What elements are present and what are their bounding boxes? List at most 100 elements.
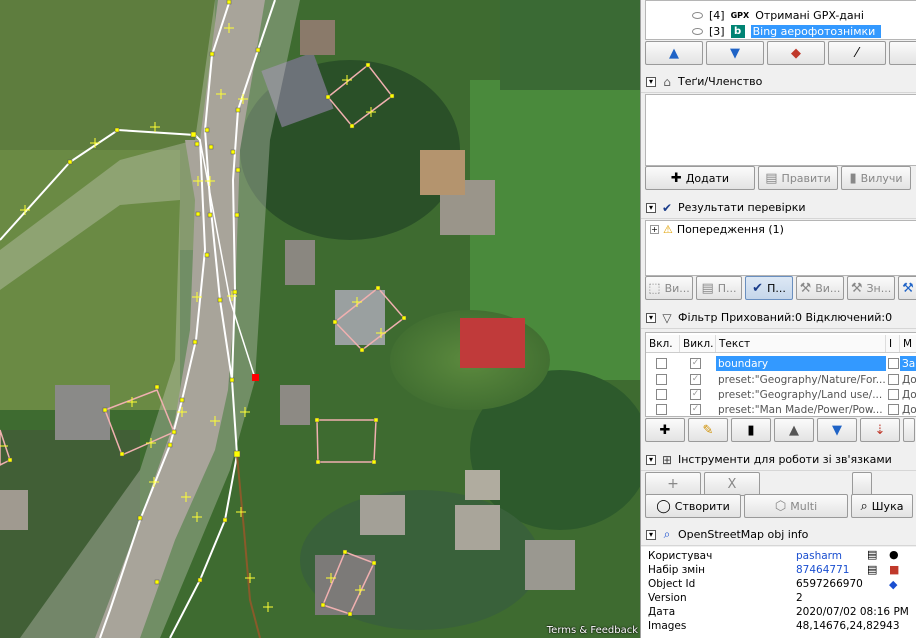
add-filter-button[interactable]: ✚ — [645, 418, 685, 442]
enabled-checkbox[interactable] — [656, 358, 667, 369]
collapse-icon[interactable]: ▾ — [646, 529, 656, 540]
collapse-icon[interactable]: ▾ — [646, 202, 656, 213]
layer-tool-button[interactable]: ⁄ — [828, 41, 886, 65]
validation-fix-button[interactable]: ⚒ Ви... — [796, 276, 844, 300]
table-row[interactable]: ✓ boundary За... — [646, 356, 916, 371]
col-text[interactable]: Текст — [716, 335, 886, 352]
objinfo-title: OpenStreetMap obj info — [678, 528, 809, 541]
multipolygon-button[interactable]: ⬡ Multi — [744, 494, 848, 518]
relations-extra-button[interactable] — [852, 472, 872, 496]
user-card-icon[interactable]: ▤ — [867, 548, 877, 561]
filter-down-button[interactable]: ▼ — [817, 418, 857, 442]
expand-icon[interactable]: + — [650, 225, 659, 234]
col-mode[interactable]: M — [900, 335, 916, 352]
table-row[interactable]: ✓ preset:"Man Made/Power/Pow... Дод — [646, 402, 916, 417]
search-icon: ⌕ — [860, 498, 868, 514]
objinfo-dialog-title[interactable]: ▾ ⌕ OpenStreetMap obj info — [641, 524, 916, 546]
table-row[interactable]: ✓ preset:"Geography/Land use/... Дод — [646, 387, 916, 402]
wrench-icon: ⚒ — [850, 280, 863, 296]
remove-member-button[interactable]: X — [704, 472, 760, 496]
roof — [360, 495, 405, 535]
roof — [465, 470, 500, 500]
filter-sort-button[interactable]: ⇣ — [860, 418, 900, 442]
col-inverted[interactable]: I — [886, 335, 900, 352]
layer-row-gpx[interactable]: [4] GPX Отримані GPX-дані — [654, 8, 864, 23]
collapse-icon[interactable]: ▾ — [646, 312, 656, 323]
table-row[interactable]: ✓ preset:"Geography/Nature/For... Дод — [646, 372, 916, 387]
inverted-checkbox[interactable] — [888, 374, 899, 385]
relations-dialog-title[interactable]: ▾ ⊞ Інструменти для роботи зі зв'язками — [641, 449, 916, 471]
move-down-button[interactable]: ▼ — [706, 41, 764, 65]
funnel-icon: ▽ — [662, 310, 672, 325]
validation-dialog-title[interactable]: ▾ ✔ Результати перевірки — [641, 197, 916, 219]
selected-node[interactable] — [252, 374, 259, 381]
history-icon[interactable]: ▤ — [867, 563, 877, 576]
edit-icon: ✎ — [702, 422, 714, 438]
layer-merge-icon: ◆ — [791, 45, 801, 61]
filter-dialog-title[interactable]: ▾ ▽ Фільтр Прихований:0 Відключений:0 — [641, 307, 916, 329]
filter-extra-button[interactable] — [903, 418, 915, 442]
plus-icon: ✚ — [659, 422, 671, 438]
hidden-checkbox[interactable]: ✓ — [690, 404, 701, 415]
layer-index: [4] — [709, 9, 725, 22]
create-icon: ◯ — [656, 498, 671, 514]
collapse-icon[interactable]: ▾ — [646, 454, 656, 465]
filter-mode: Дод — [902, 388, 916, 401]
enabled-checkbox[interactable] — [656, 404, 667, 415]
add-tag-button[interactable]: ✚ Додати — [645, 166, 755, 190]
tree-item-warnings[interactable]: + ⚠ Попередження (1) — [650, 223, 784, 236]
multipolygon-icon: ⬡ — [774, 498, 787, 514]
validation-ignore-button[interactable]: ⚒ Зн... — [847, 276, 895, 300]
visibility-eye-icon[interactable] — [692, 12, 703, 19]
hidden-checkbox[interactable]: ✓ — [690, 358, 701, 369]
filter-mode: Дод — [902, 373, 916, 386]
hidden-checkbox[interactable]: ✓ — [690, 374, 701, 385]
create-relation-button[interactable]: ◯ Створити — [645, 494, 741, 518]
collapse-icon[interactable]: ▾ — [646, 76, 656, 87]
tags-dialog-title[interactable]: ▾ ⌂ Теґи/Членство — [641, 71, 916, 93]
roof — [285, 240, 315, 285]
map-view[interactable]: Terms & Feedback — [0, 0, 640, 638]
delete-filter-button[interactable]: ▮ — [731, 418, 771, 442]
col-hidden[interactable]: Викл. — [680, 335, 716, 352]
layer-list[interactable]: [4] GPX Отримані GPX-дані [3] b Bing аер… — [645, 0, 916, 40]
enabled-checkbox[interactable] — [656, 389, 667, 400]
map-attribution[interactable]: Terms & Feedback — [547, 625, 638, 636]
validation-select-button[interactable]: ⬚ Ви... — [645, 276, 693, 300]
validation-tree[interactable]: + ⚠ Попередження (1) — [645, 220, 916, 276]
search-relation-button[interactable]: ⌕ Шука — [851, 494, 913, 518]
merge-layer-button[interactable]: ◆ — [767, 41, 825, 65]
layer-row-bing[interactable]: [3] b Bing аерофотознімки — [654, 24, 882, 39]
filter-mode: За... — [900, 356, 916, 371]
validation-extra-button[interactable]: ⚒ — [898, 276, 916, 300]
info-row-version: Version 2 — [648, 592, 803, 604]
person-icon[interactable]: ● — [889, 548, 899, 561]
relations-title: Інструменти для роботи зі зв'язками — [678, 453, 892, 466]
inverted-checkbox[interactable] — [888, 389, 899, 400]
move-up-button[interactable]: ▲ — [645, 41, 703, 65]
arrow-up-icon: ▲ — [789, 422, 799, 438]
hidden-checkbox[interactable]: ✓ — [690, 389, 701, 400]
layer-name: Отримані GPX-дані — [755, 9, 864, 22]
delete-tag-button[interactable]: ▮ Вилучи — [841, 166, 911, 190]
add-member-button[interactable]: + — [645, 472, 701, 496]
trash-icon: ▮ — [747, 422, 755, 438]
tags-list[interactable] — [645, 94, 916, 166]
mapillary-icon[interactable]: ◆ — [889, 578, 899, 591]
visibility-eye-icon[interactable] — [692, 28, 703, 35]
edit-filter-button[interactable]: ✎ — [688, 418, 728, 442]
validation-run-button[interactable]: ✔ П... — [745, 276, 793, 300]
flag-icon[interactable]: ■ — [889, 563, 899, 576]
wrench-icon: ⚒ — [902, 280, 914, 296]
filter-title: Фільтр Прихований:0 Відключений:0 — [678, 311, 893, 324]
layer-extra-button[interactable] — [889, 41, 916, 65]
col-enabled[interactable]: Вкл. — [646, 335, 680, 352]
edit-tag-button[interactable]: ▤ Правити — [758, 166, 838, 190]
inverted-checkbox[interactable] — [888, 358, 899, 369]
validation-buttons: ⬚ Ви... ▤ П... ✔ П... ⚒ Ви... ⚒ Зн... ⚒ — [645, 276, 916, 302]
enabled-checkbox[interactable] — [656, 374, 667, 385]
validation-lookup-button[interactable]: ▤ П... — [696, 276, 742, 300]
inverted-checkbox[interactable] — [888, 404, 899, 415]
filter-up-button[interactable]: ▲ — [774, 418, 814, 442]
map-canvas[interactable] — [0, 0, 640, 638]
